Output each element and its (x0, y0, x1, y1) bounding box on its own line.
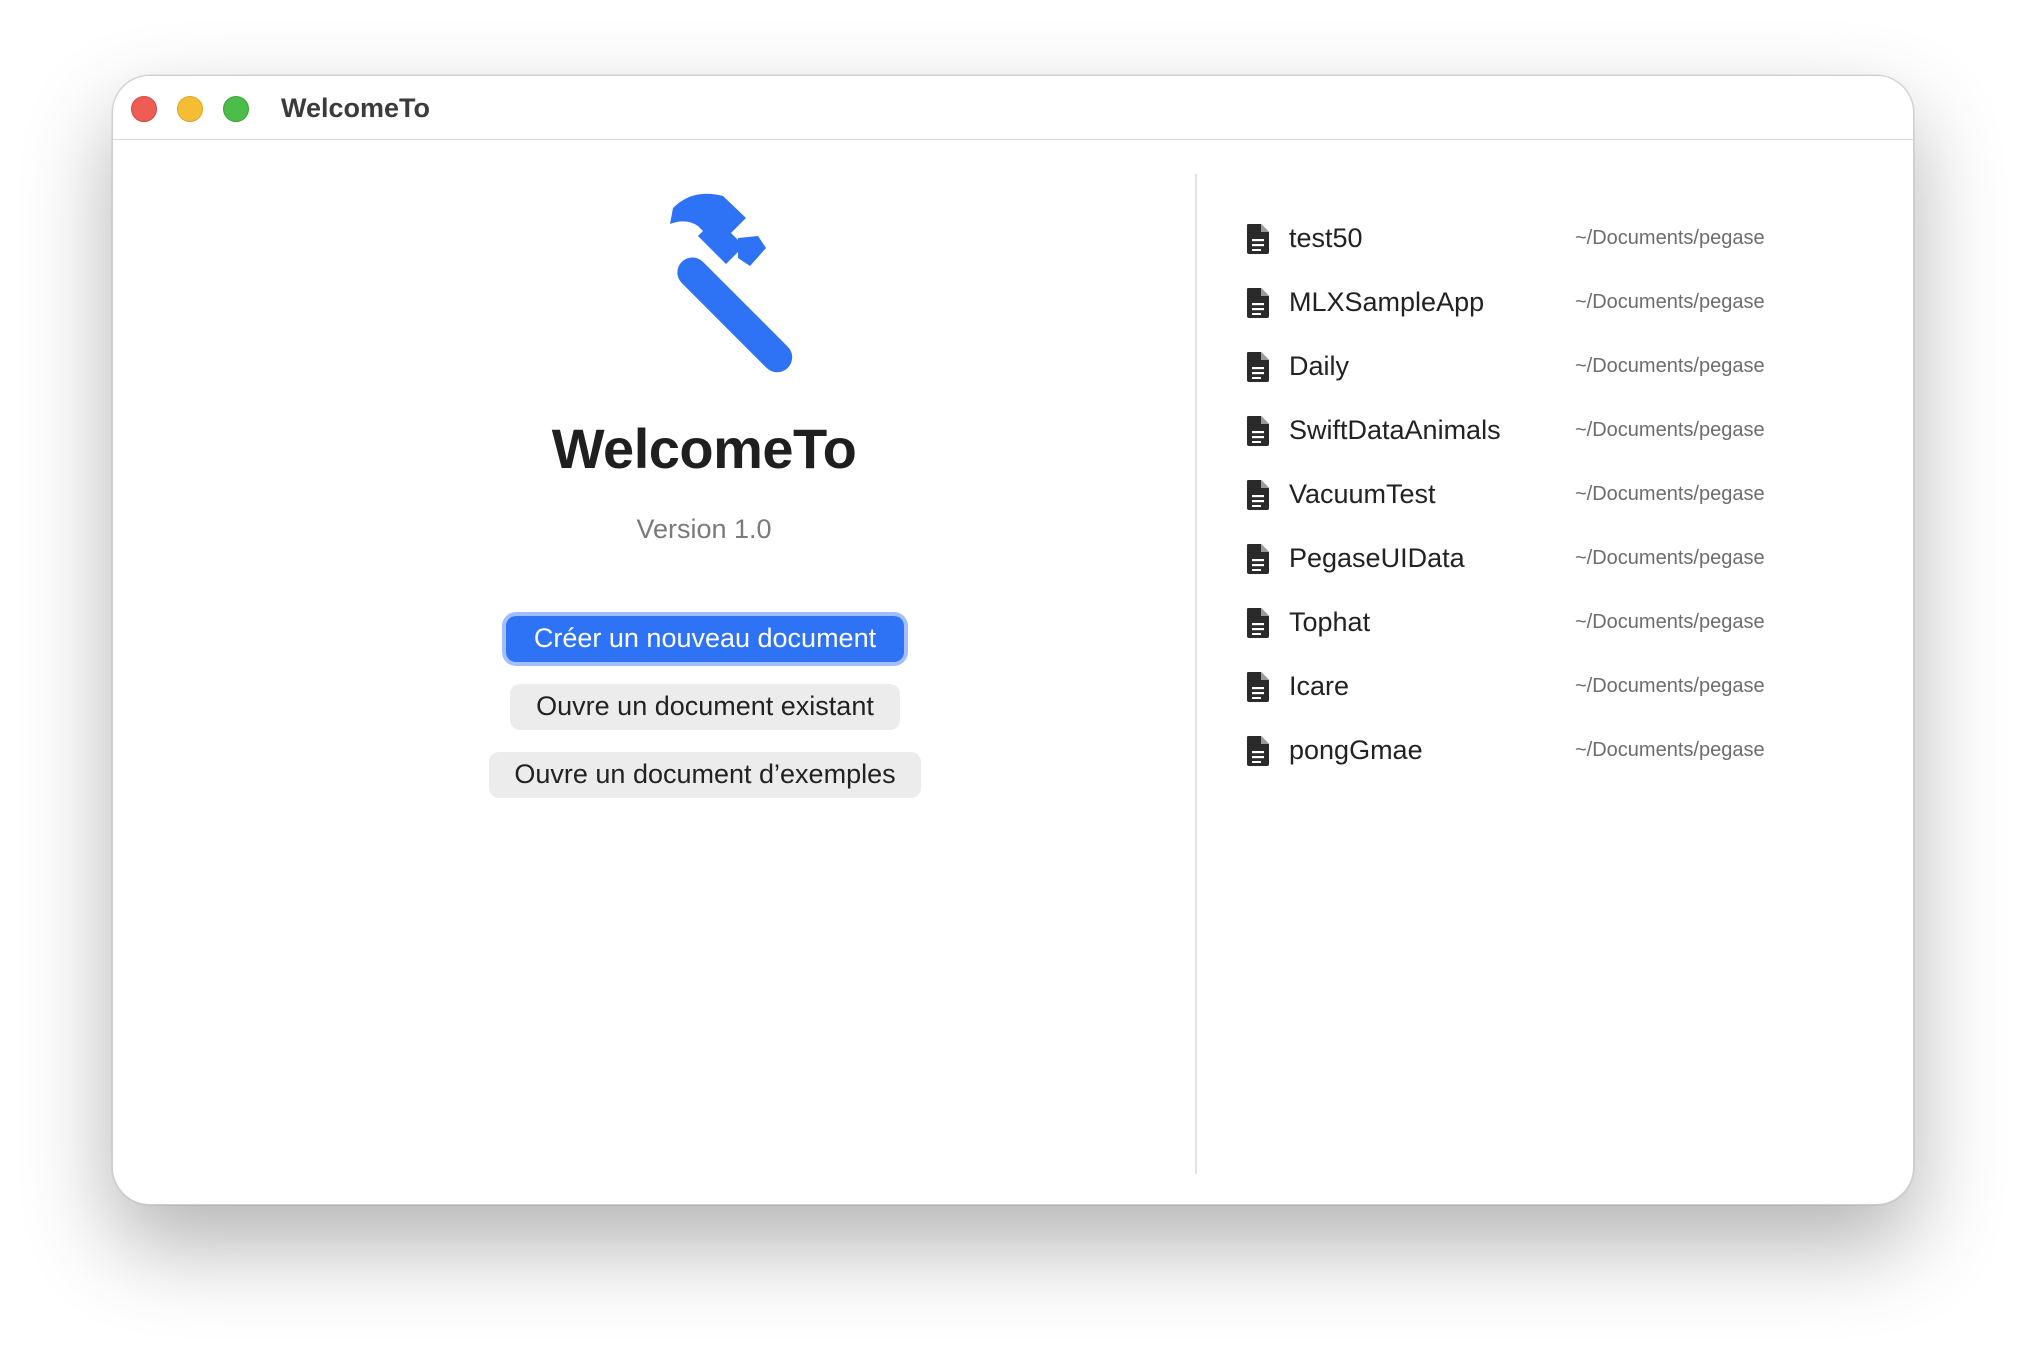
recent-document-name: Daily (1289, 351, 1350, 381)
recent-document-path: ~/Documents/pegase (1575, 291, 1765, 313)
hammer-icon (670, 193, 793, 373)
recent-document-item[interactable]: pongGmae ~/Documents/pegase (1245, 723, 1855, 787)
recent-document-item[interactable]: Icare ~/Documents/pegase (1245, 659, 1855, 723)
recent-document-path: ~/Documents/pegase (1575, 355, 1765, 377)
recent-document-item[interactable]: Daily ~/Documents/pegase (1245, 339, 1855, 403)
recent-document-name: test50 (1289, 223, 1363, 253)
document-icon (1247, 544, 1269, 574)
recent-document-path: ~/Documents/pegase (1575, 547, 1765, 569)
document-icon (1247, 736, 1269, 766)
document-icon (1247, 224, 1269, 254)
recent-document-path: ~/Documents/pegase (1575, 419, 1765, 441)
pane-divider (1195, 174, 1197, 1174)
recent-document-path: ~/Documents/pegase (1575, 483, 1765, 505)
recent-document-item[interactable]: PegaseUIData ~/Documents/pegase (1245, 531, 1855, 595)
recent-document-name: VacuumTest (1289, 479, 1436, 509)
recent-document-item[interactable]: test50 ~/Documents/pegase (1245, 211, 1855, 275)
recent-document-name: pongGmae (1289, 735, 1423, 765)
recent-document-path: ~/Documents/pegase (1575, 675, 1765, 697)
app-name: WelcomeTo (551, 417, 857, 480)
recent-document-item[interactable]: SwiftDataAnimals ~/Documents/pegase (1245, 403, 1855, 467)
zoom-button[interactable] (223, 96, 249, 122)
recent-document-item[interactable]: MLXSampleApp ~/Documents/pegase (1245, 275, 1855, 339)
recent-document-path: ~/Documents/pegase (1575, 611, 1765, 633)
welcome-window: WelcomeTo WelcomeTo Version 1.0 Créer un… (112, 75, 1914, 1205)
document-icon (1247, 288, 1269, 318)
create-document-button[interactable]: Créer un nouveau document (506, 616, 904, 662)
recent-document-name: PegaseUIData (1289, 543, 1465, 573)
recent-document-path: ~/Documents/pegase (1575, 739, 1765, 761)
recent-document-item[interactable]: Tophat ~/Documents/pegase (1245, 595, 1855, 659)
recent-documents-list: test50 ~/Documents/pegase MLXSampleApp ~… (1245, 211, 1855, 787)
recent-document-name: MLXSampleApp (1289, 287, 1485, 317)
close-button[interactable] (131, 96, 157, 122)
recent-document-path: ~/Documents/pegase (1575, 227, 1765, 249)
recent-document-item[interactable]: VacuumTest ~/Documents/pegase (1245, 467, 1855, 531)
document-icon (1247, 672, 1269, 702)
title-bar[interactable]: WelcomeTo (113, 76, 1913, 140)
recent-document-name: Tophat (1289, 607, 1371, 637)
window-title: WelcomeTo (281, 93, 431, 123)
recent-document-name: SwiftDataAnimals (1289, 415, 1501, 445)
document-icon (1247, 416, 1269, 446)
recent-document-name: Icare (1289, 671, 1350, 701)
open-examples-button[interactable]: Ouvre un document d’exemples (489, 752, 921, 798)
document-icon (1247, 480, 1269, 510)
minimize-button[interactable] (177, 96, 203, 122)
document-icon (1247, 352, 1269, 382)
version-label: Version 1.0 (636, 514, 772, 544)
document-icon (1247, 608, 1269, 638)
open-document-button[interactable]: Ouvre un document existant (510, 684, 900, 730)
